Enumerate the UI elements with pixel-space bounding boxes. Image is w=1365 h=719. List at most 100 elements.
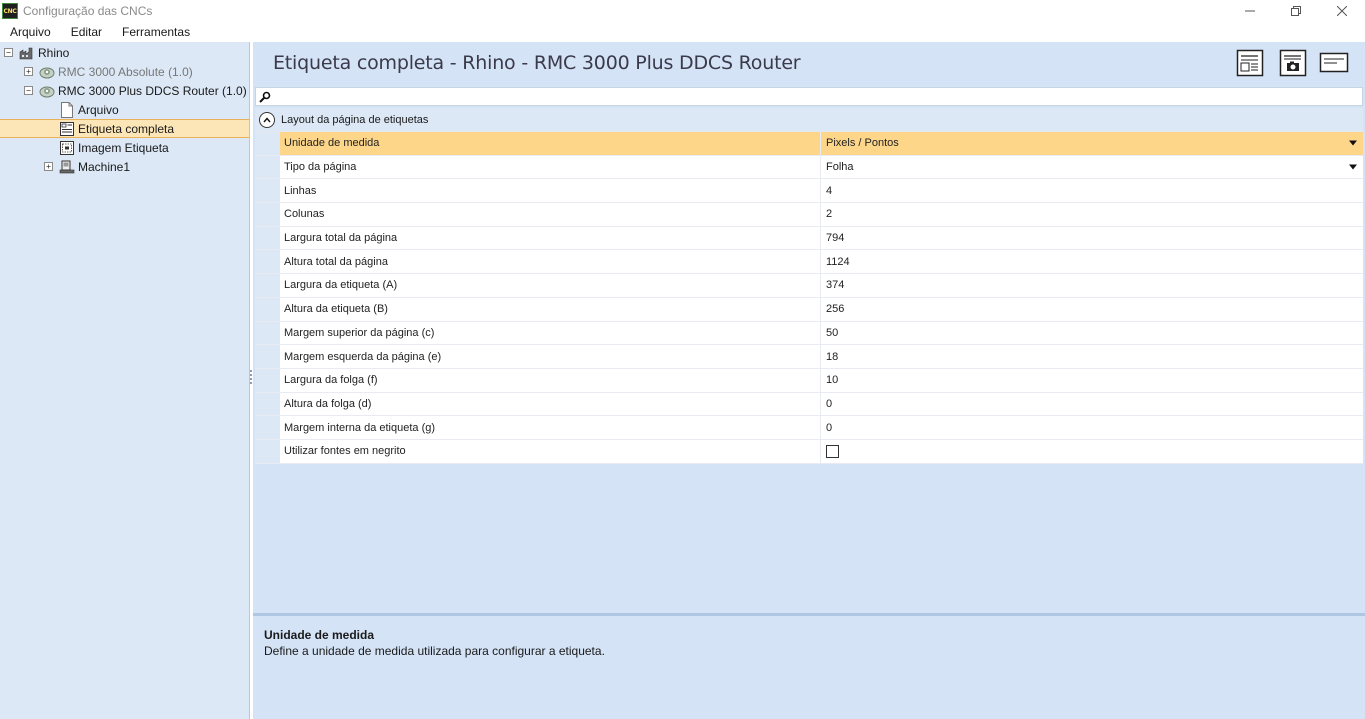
property-value-dropdown[interactable]: Pixels / Pontos [821, 132, 1363, 155]
property-name: Linhas [280, 179, 821, 203]
property-row[interactable]: Largura da etiqueta (A) 374 [255, 274, 1363, 298]
property-value-input[interactable]: 256 [821, 298, 1363, 321]
property-value-input[interactable]: 374 [821, 274, 1363, 297]
property-name: Margem interna da etiqueta (g) [280, 416, 821, 439]
row-gutter [255, 250, 280, 274]
property-row[interactable]: Margem interna da etiqueta (g) 0 [255, 416, 1363, 440]
menu-arquivo[interactable]: Arquivo [0, 22, 61, 42]
property-value-input[interactable]: 1124 [821, 250, 1363, 273]
page-title: Etiqueta completa - Rhino - RMC 3000 Plu… [273, 52, 801, 74]
search-icon [259, 91, 271, 103]
property-value-input[interactable]: 18 [821, 345, 1363, 368]
property-row[interactable]: Altura total da página 1124 [255, 250, 1363, 275]
camera-label-icon [1279, 49, 1307, 77]
router-machine-icon [39, 83, 55, 99]
file-icon [59, 101, 75, 118]
tree-item-arquivo[interactable]: Arquivo [59, 100, 119, 119]
description-panel: Unidade de medida Define a unidade de me… [253, 613, 1365, 719]
tree-item-rhino[interactable]: Rhino [19, 43, 69, 62]
property-value: Pixels / Pontos [826, 137, 899, 150]
restore-button[interactable] [1273, 0, 1319, 22]
collapse-rhino-toggle[interactable]: − [4, 48, 13, 57]
minimize-icon [1245, 10, 1255, 12]
tree-item-etiqueta-completa[interactable]: Etiqueta completa [0, 119, 249, 138]
text-label-icon [1319, 52, 1349, 73]
property-row[interactable]: Linhas 4 [255, 179, 1363, 204]
close-icon [1337, 6, 1347, 16]
row-gutter [255, 155, 280, 179]
full-label-view-button[interactable] [1235, 48, 1265, 78]
app-logo-icon: CNC [2, 3, 18, 19]
property-name: Altura da etiqueta (B) [280, 297, 821, 321]
menu-ferramentas[interactable]: Ferramentas [112, 22, 200, 42]
property-row[interactable]: Altura da folga (d) 0 [255, 392, 1363, 417]
property-row[interactable]: Tipo da página Folha [255, 155, 1363, 180]
label-image-icon [59, 140, 75, 156]
collapse-plus-toggle[interactable]: − [24, 86, 33, 95]
menu-editar[interactable]: Editar [61, 22, 112, 42]
property-name: Altura total da página [280, 250, 821, 274]
property-value-input[interactable]: 794 [821, 227, 1363, 250]
property-row[interactable]: Utilizar fontes em negrito [255, 439, 1363, 464]
row-gutter [255, 439, 280, 463]
expand-absolute-toggle[interactable]: + [24, 67, 33, 76]
tree-item-label: Rhino [38, 45, 70, 60]
property-value-input[interactable]: 0 [821, 416, 1363, 439]
property-name: Colunas [280, 203, 821, 226]
label-image-view-button[interactable] [1278, 48, 1308, 78]
expand-machine1-toggle[interactable]: + [44, 162, 53, 171]
row-gutter [255, 368, 280, 392]
property-value-checkbox-cell [821, 440, 1363, 463]
collapse-category-button[interactable] [259, 111, 275, 128]
tree-item-rmc-plus[interactable]: RMC 3000 Plus DDCS Router (1.0) [39, 81, 247, 100]
row-gutter [255, 297, 280, 321]
property-value-input[interactable]: 4 [821, 179, 1363, 202]
window-title: Configuração das CNCs [23, 4, 153, 18]
property-name: Largura da folga (f) [280, 368, 821, 392]
tree-item-label: Imagem Etiqueta [78, 140, 169, 155]
property-row[interactable]: Margem superior da página (c) 50 [255, 321, 1363, 346]
category-header[interactable]: Layout da página de etiquetas [255, 108, 1363, 132]
text-label-view-button[interactable] [1319, 48, 1349, 78]
row-gutter [255, 392, 280, 416]
label-layout-icon [59, 121, 75, 137]
row-gutter [255, 416, 280, 439]
property-row[interactable]: Largura total da página 794 [255, 226, 1363, 251]
property-value-input[interactable]: 2 [821, 203, 1363, 226]
property-name: Utilizar fontes em negrito [280, 439, 821, 463]
row-gutter [255, 132, 280, 155]
description-text: Define a unidade de medida utilizada par… [264, 644, 605, 658]
dropdown-arrow-icon[interactable] [1349, 140, 1357, 146]
row-gutter [255, 203, 280, 226]
tree-item-imagem-etiqueta[interactable]: Imagem Etiqueta [59, 138, 169, 157]
tree-item-label: Machine1 [78, 159, 131, 174]
tree-item-machine1[interactable]: Machine1 [59, 157, 130, 176]
row-gutter [255, 321, 280, 345]
property-value-input[interactable]: 50 [821, 322, 1363, 345]
property-value-input[interactable]: 10 [821, 369, 1363, 392]
category-label: Layout da página de etiquetas [281, 113, 429, 126]
property-row[interactable]: Altura da etiqueta (B) 256 [255, 297, 1363, 322]
property-search-bar[interactable] [255, 87, 1363, 106]
tree-item-rmc-absolute[interactable]: RMC 3000 Absolute (1.0) [39, 62, 193, 81]
factory-icon [19, 45, 35, 61]
restore-icon [1291, 6, 1301, 16]
property-name: Tipo da página [280, 155, 821, 179]
minimize-button[interactable] [1227, 0, 1273, 22]
window-controls [1227, 0, 1365, 22]
tree-item-label: Arquivo [78, 102, 119, 117]
property-value-input[interactable]: 0 [821, 393, 1363, 416]
property-row[interactable]: Margem esquerda da página (e) 18 [255, 345, 1363, 369]
property-row[interactable]: Colunas 2 [255, 203, 1363, 227]
bold-fonts-checkbox[interactable] [826, 444, 839, 458]
property-name: Margem superior da página (c) [280, 321, 821, 345]
property-row[interactable]: Unidade de medida Pixels / Pontos [255, 132, 1363, 156]
property-row[interactable]: Largura da folga (f) 10 [255, 368, 1363, 393]
tree-item-label: Etiqueta completa [78, 121, 175, 136]
property-grid: Layout da página de etiquetas Unidade de… [255, 108, 1363, 464]
close-button[interactable] [1319, 0, 1365, 22]
dropdown-arrow-icon[interactable] [1349, 164, 1357, 170]
property-value: Folha [826, 161, 854, 174]
row-gutter [255, 226, 280, 250]
property-value-dropdown[interactable]: Folha [821, 156, 1363, 179]
